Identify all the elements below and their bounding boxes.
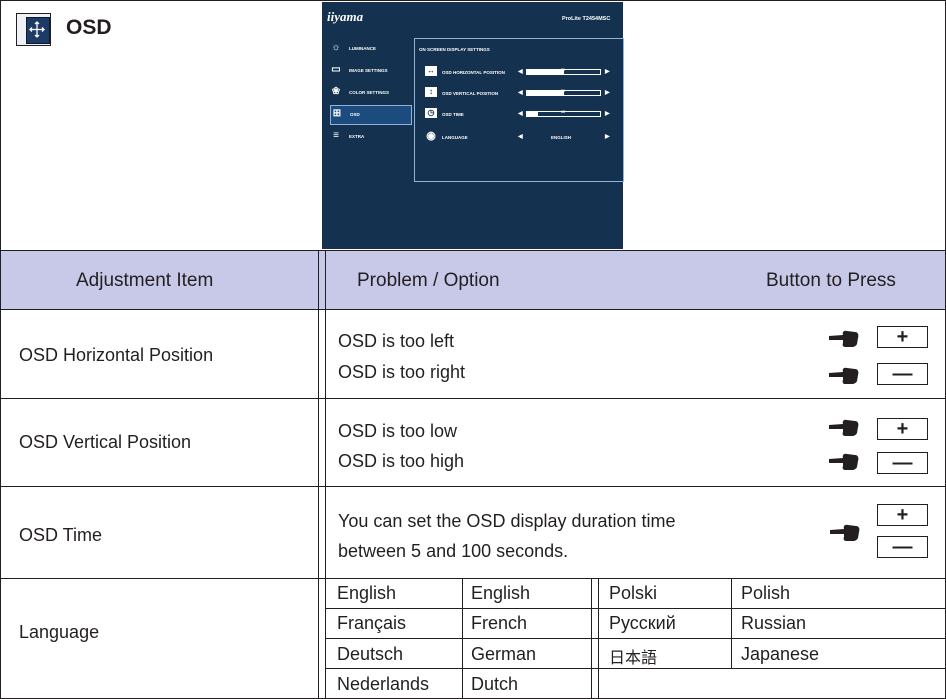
- problem-line: OSD is too high: [338, 451, 465, 471]
- menu-item-image-settings: ▭ IMAGE SETTINGS: [331, 64, 388, 75]
- problem-line: OSD is too low: [338, 421, 458, 441]
- plus-button-icon: +: [877, 326, 928, 348]
- panel-title: ON SCREEN DISPLAY SETTINGS: [419, 47, 490, 52]
- osd-row-horizontal: ↔ OSD HORIZONTAL POSITION ◀ 50 ▶: [425, 66, 610, 76]
- level-bar: 50: [526, 68, 601, 75]
- clock-icon: ◷: [425, 108, 437, 118]
- minus-button-icon: —: [877, 363, 928, 385]
- image-icon: ▭: [331, 64, 341, 75]
- language-native: Deutsch: [337, 644, 404, 664]
- language-native: Français: [337, 613, 407, 633]
- column-header-button: Button to Press: [766, 270, 896, 291]
- brand-logo: iiyama: [327, 9, 364, 24]
- arrow-left-icon: ◀: [518, 134, 523, 140]
- osd-row-time: ◷ OSD TIME ◀ 15 ▶: [419, 106, 619, 122]
- problem-line: You can set the OSD display duration tim…: [338, 511, 676, 531]
- arrow-right-icon: ▶: [605, 111, 610, 117]
- osd-icon: ⊞: [332, 108, 342, 119]
- level-bar: 15: [526, 110, 601, 117]
- pointing-hand-icon: [829, 417, 859, 436]
- osd-row-language: ◉ LANGUAGE ◀ ENGLISH ▶: [426, 130, 610, 142]
- column-header-adjustment: Adjustment Item: [76, 270, 214, 291]
- row-item-vertical: OSD Vertical Position: [19, 432, 192, 452]
- language-native: English: [337, 583, 397, 603]
- language-english: French: [471, 613, 528, 633]
- plus-button-icon: +: [877, 418, 928, 440]
- row-item-language: Language: [19, 622, 100, 642]
- language-native: Русский: [609, 613, 676, 633]
- arrow-right-icon: ▶: [605, 134, 610, 140]
- osd-row-vertical: ↕ OSD VERTICAL POSITION ◀ 50 ▶: [419, 85, 619, 101]
- pointing-hand-icon: [830, 522, 860, 541]
- language-english: German: [471, 644, 537, 664]
- problem-line: OSD is too left: [338, 331, 455, 351]
- monitor-osd-screenshot: iiyama ProLite T2454MSC ☼ LUMINANCE ▭ IM…: [322, 2, 624, 249]
- language-english: English: [471, 583, 531, 603]
- vertical-position-icon: ↕: [425, 87, 437, 97]
- arrow-left-icon: ◀: [518, 69, 523, 75]
- color-icon: ❀: [331, 86, 341, 97]
- language-english: Dutch: [471, 674, 519, 694]
- menu-item-osd: ⊞ OSD: [330, 105, 412, 125]
- column-header-problem: Problem / Option: [357, 270, 500, 291]
- problem-line: OSD is too right: [338, 362, 466, 382]
- language-native: Nederlands: [337, 674, 430, 694]
- minus-button-icon: —: [877, 452, 928, 474]
- arrow-left-icon: ◀: [518, 111, 523, 117]
- sun-icon: ☼: [331, 42, 341, 53]
- horizontal-position-icon: ↔: [425, 66, 437, 76]
- language-english: Russian: [741, 613, 807, 633]
- language-english: Japanese: [741, 644, 820, 664]
- pointing-hand-icon: [829, 365, 859, 384]
- language-english: Polish: [741, 583, 791, 603]
- row-item-horizontal: OSD Horizontal Position: [19, 345, 214, 365]
- menu-item-color-settings: ❀ COLOR SETTINGS: [331, 86, 390, 97]
- osd-settings-panel: ON SCREEN DISPLAY SETTINGS ↔ OSD HORIZON…: [414, 38, 624, 182]
- arrow-right-icon: ▶: [605, 69, 610, 75]
- model-name: ProLite T2454MSC: [562, 16, 611, 22]
- osd-menu-icon: [16, 13, 51, 46]
- pointing-hand-icon: [829, 328, 859, 347]
- language-native: Polski: [609, 583, 658, 603]
- row-item-time: OSD Time: [19, 525, 103, 545]
- plus-button-icon: +: [877, 504, 928, 526]
- menu-item-extra: ≡ EXTRA: [330, 128, 410, 146]
- arrow-left-icon: ◀: [518, 90, 523, 96]
- language-native: 日本語: [609, 648, 658, 667]
- level-bar: 50: [526, 89, 601, 96]
- arrow-right-icon: ▶: [605, 90, 610, 96]
- minus-button-icon: —: [877, 536, 928, 558]
- problem-line: between 5 and 100 seconds.: [338, 541, 569, 561]
- globe-icon: ◉: [426, 130, 436, 142]
- page-title: OSD: [66, 16, 112, 39]
- sliders-icon: ≡: [333, 130, 339, 141]
- pointing-hand-icon: [829, 451, 859, 470]
- menu-item-luminance: ☼ LUMINANCE: [331, 42, 376, 53]
